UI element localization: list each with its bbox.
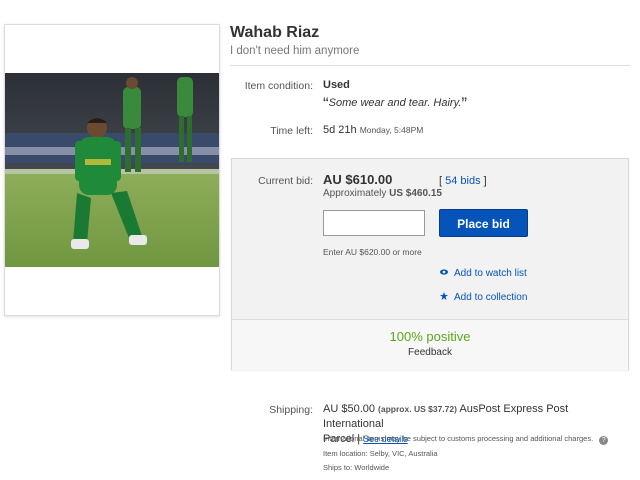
shipping-label: Shipping: xyxy=(269,404,313,416)
time-left-label: Time left: xyxy=(270,125,313,137)
current-bid-label: Current bid: xyxy=(258,175,313,187)
condition-label: Item condition: xyxy=(244,80,313,92)
eye-icon xyxy=(440,268,448,276)
star-icon xyxy=(440,292,448,300)
shipping-approx: (approx. US $37.72) xyxy=(378,404,457,414)
bid-count-close: ] xyxy=(483,175,487,187)
customs-note: International items may be subject to cu… xyxy=(323,434,633,445)
watch-list-label[interactable]: Add to watch list xyxy=(454,268,527,279)
bid-hint: Enter AU $620.00 or more xyxy=(323,247,422,257)
item-photo[interactable] xyxy=(5,73,219,267)
bid-count: [ 54 bids ] xyxy=(439,175,487,187)
item-image-panel xyxy=(4,24,220,316)
item-title: Wahab Riaz xyxy=(230,24,320,41)
item-subtitle: I don't need him anymore xyxy=(230,45,360,57)
ships-to: Ships to: Worldwide xyxy=(323,463,390,472)
approx-value: US $460.15 xyxy=(389,188,442,199)
seller-feedback-panel xyxy=(232,319,628,370)
seller-feedback-label: Feedback xyxy=(408,347,452,358)
help-icon[interactable]: ? xyxy=(599,436,609,445)
collection-label[interactable]: Add to collection xyxy=(454,292,527,303)
cricket-player-photo xyxy=(5,73,219,267)
time-left-detail: Monday, 5:48PM xyxy=(359,125,424,135)
condition-note-text: Some wear and tear. Hairy. xyxy=(328,97,462,109)
time-left-value: 5d 21h xyxy=(323,124,357,136)
approx-prefix: Approximately xyxy=(323,188,387,199)
bid-count-open: [ xyxy=(439,175,443,187)
time-left: 5d 21h Monday, 5:48PM xyxy=(323,124,423,136)
condition-note: “Some wear and tear. Hairy.” xyxy=(323,94,467,114)
customs-note-text: International items may be subject to cu… xyxy=(323,434,594,443)
seller-feedback-percent: 100% positive xyxy=(389,329,471,344)
item-location: Item location: Selby, VIC, Australia xyxy=(323,449,438,458)
title-divider xyxy=(230,65,630,66)
bid-amount-input[interactable] xyxy=(323,210,425,236)
quote-close: ” xyxy=(461,94,468,113)
shipping-price: AU $50.00 xyxy=(323,403,375,415)
bid-count-link[interactable]: 54 bids xyxy=(445,175,480,187)
add-to-collection[interactable]: Add to collection xyxy=(440,292,527,303)
condition-value: Used xyxy=(323,79,350,91)
place-bid-button[interactable]: Place bid xyxy=(439,209,528,237)
current-bid-price: AU $610.00 xyxy=(323,172,393,187)
add-to-watch-list[interactable]: Add to watch list xyxy=(440,268,527,279)
approx-price: Approximately US $460.15 xyxy=(323,188,442,199)
